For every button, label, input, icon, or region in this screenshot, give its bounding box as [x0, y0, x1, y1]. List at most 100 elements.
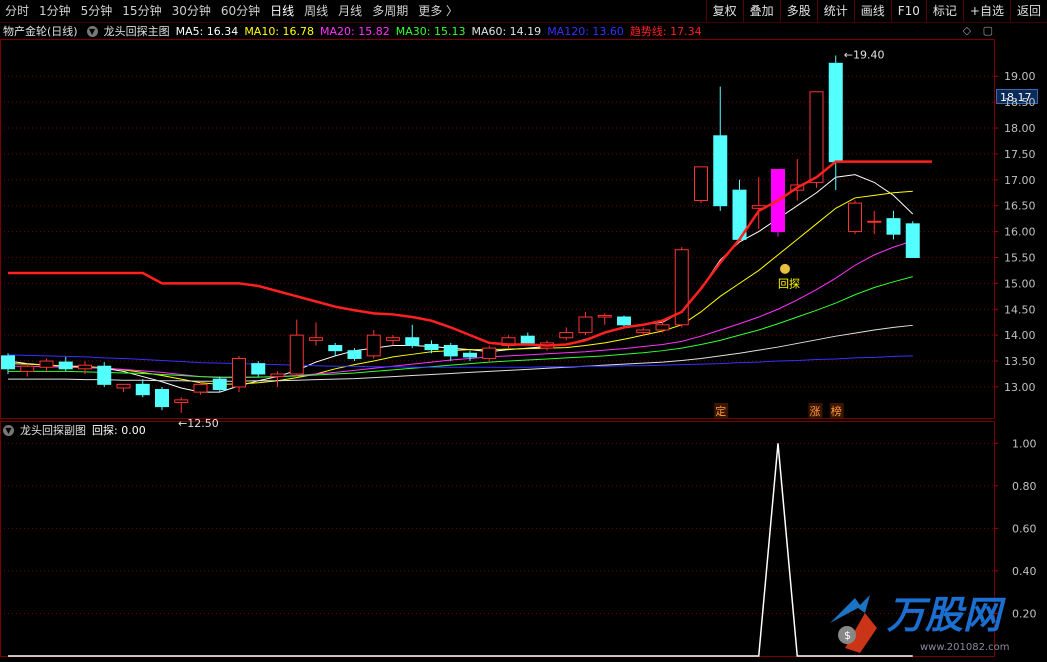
price-tick-label: 13.00	[1004, 381, 1036, 394]
price-tick-label: 16.50	[1004, 200, 1036, 213]
candle-body	[174, 399, 189, 403]
price-axis: 19.0018.5018.0017.5017.0016.5016.0015.50…	[994, 70, 1036, 394]
diamond-icon[interactable]: ◇	[963, 24, 971, 37]
period-tab-4[interactable]: 30分钟	[167, 0, 216, 22]
candle	[848, 200, 862, 235]
price-tick-label: 19.00	[1004, 70, 1036, 83]
candle	[520, 332, 535, 346]
toolbar-button-0[interactable]: 复权	[705, 0, 743, 22]
candle-body	[886, 218, 901, 235]
candle-body	[20, 365, 35, 372]
sub-tick-label: 0.40	[1012, 565, 1037, 578]
toolbar-button-3[interactable]: 统计	[816, 0, 854, 22]
candle-body	[578, 316, 593, 334]
candle-body	[617, 316, 631, 326]
period-tab-9[interactable]: 多周期	[367, 0, 413, 22]
candle-body	[270, 373, 285, 378]
sub-indicator-name[interactable]: 龙头回探副图	[20, 422, 86, 438]
candle-body	[309, 337, 323, 341]
candle	[443, 342, 458, 362]
event-tag: 涨	[810, 405, 821, 418]
window-icon[interactable]: ▢	[983, 24, 993, 37]
toolbar-button-2[interactable]: 多股	[779, 0, 817, 22]
period-tab-3[interactable]: 15分钟	[117, 0, 166, 22]
toolbar-button-7[interactable]: +自选	[962, 0, 1010, 22]
toolbar-button-8[interactable]: 返回	[1009, 0, 1047, 22]
svg-text:$: $	[844, 629, 851, 642]
ma-labels: MA5: 16.34 MA10: 16.78 MA20: 15.82 MA30: 15…	[176, 23, 708, 39]
period-tab-1[interactable]: 1分钟	[34, 0, 76, 22]
kline-chart[interactable]: 19.0018.5018.0017.5017.0016.5016.0015.50…	[0, 0, 1047, 662]
candle-body	[1, 355, 15, 370]
event-tag-bg	[829, 403, 844, 418]
candle-body	[212, 378, 227, 391]
candle-body	[289, 334, 304, 375]
candle	[270, 371, 285, 387]
candle-body	[655, 324, 670, 331]
toolbar-button-1[interactable]: 叠加	[742, 0, 780, 22]
period-tab-8[interactable]: 月线	[333, 0, 367, 22]
candle-body	[155, 389, 169, 408]
wanguwang-logo: $ 万股网 www.201082.com	[830, 593, 1010, 653]
sub-indicator-value: 回探: 0.00	[92, 424, 146, 437]
candle-body	[828, 62, 843, 163]
candle	[58, 356, 73, 372]
candle	[174, 397, 189, 413]
candle	[232, 355, 246, 393]
ma-label-5: MA120: 13.60	[547, 25, 624, 38]
candle	[790, 159, 805, 201]
candle	[155, 386, 169, 411]
collapse-icon[interactable]: ▼	[86, 25, 98, 37]
price-tick-label: 15.00	[1004, 277, 1036, 290]
period-tab-5[interactable]: 60分钟	[216, 0, 265, 22]
candle-body	[732, 189, 747, 240]
candle-body	[867, 220, 882, 223]
candle	[78, 361, 92, 374]
ma-lines	[7, 174, 914, 393]
ma-label-3: MA30: 15.13	[395, 25, 466, 38]
ma-line-ma20	[8, 240, 913, 379]
candle-body	[694, 166, 708, 202]
period-tab-7[interactable]: 周线	[299, 0, 333, 22]
ma-label-1: MA10: 16.78	[244, 25, 315, 38]
candle-body	[116, 383, 131, 389]
candle	[1, 353, 15, 374]
sub-chart	[8, 443, 913, 657]
event-tag: 定	[715, 404, 726, 418]
toolbar-button-4[interactable]: 画线	[853, 0, 891, 22]
candle-body	[386, 337, 400, 341]
candle	[289, 319, 304, 377]
toolbar-button-6[interactable]: 标记	[925, 0, 963, 22]
period-tab-6[interactable]: 日线	[265, 0, 299, 22]
sub-chart-infobar: ▼ 龙头回探副图 回探: 0.00	[0, 422, 152, 438]
candle-body	[559, 332, 574, 339]
sub-series-line	[8, 443, 913, 657]
main-indicator-name[interactable]: 龙头回探主图	[104, 23, 170, 39]
candle	[694, 166, 708, 204]
price-tick-label: 18.00	[1004, 122, 1036, 135]
candle-body	[905, 223, 920, 258]
top-toolbar: 分时 1分钟 5分钟 15分钟 30分钟 60分钟 日线 周线 月线 多周期 更多 〉 复权 叠加 多股…	[0, 0, 1047, 23]
toolbar-button-5[interactable]: F10	[890, 0, 926, 22]
period-tab-10[interactable]: 更多 〉	[413, 0, 463, 22]
collapse-icon[interactable]: ▼	[3, 424, 14, 436]
trend-line-path	[8, 160, 932, 347]
candle	[655, 319, 670, 333]
candle-body	[193, 383, 208, 393]
money-bag-icon	[780, 263, 790, 274]
event-tag: 榜	[831, 404, 842, 418]
candle-body	[251, 363, 266, 375]
candle	[905, 221, 920, 258]
candle-body	[405, 337, 420, 347]
candle-body	[636, 329, 651, 334]
period-tab-2[interactable]: 5分钟	[76, 0, 118, 22]
candle	[424, 340, 439, 354]
candle	[97, 362, 112, 387]
event-tag-bg	[808, 403, 823, 418]
candle-body	[463, 352, 477, 358]
candle	[828, 55, 843, 191]
period-tab-0[interactable]: 分时	[0, 0, 34, 22]
candle	[463, 350, 477, 362]
ma-label-6: 趋势线: 17.34	[629, 25, 702, 38]
candle-body	[443, 345, 458, 357]
